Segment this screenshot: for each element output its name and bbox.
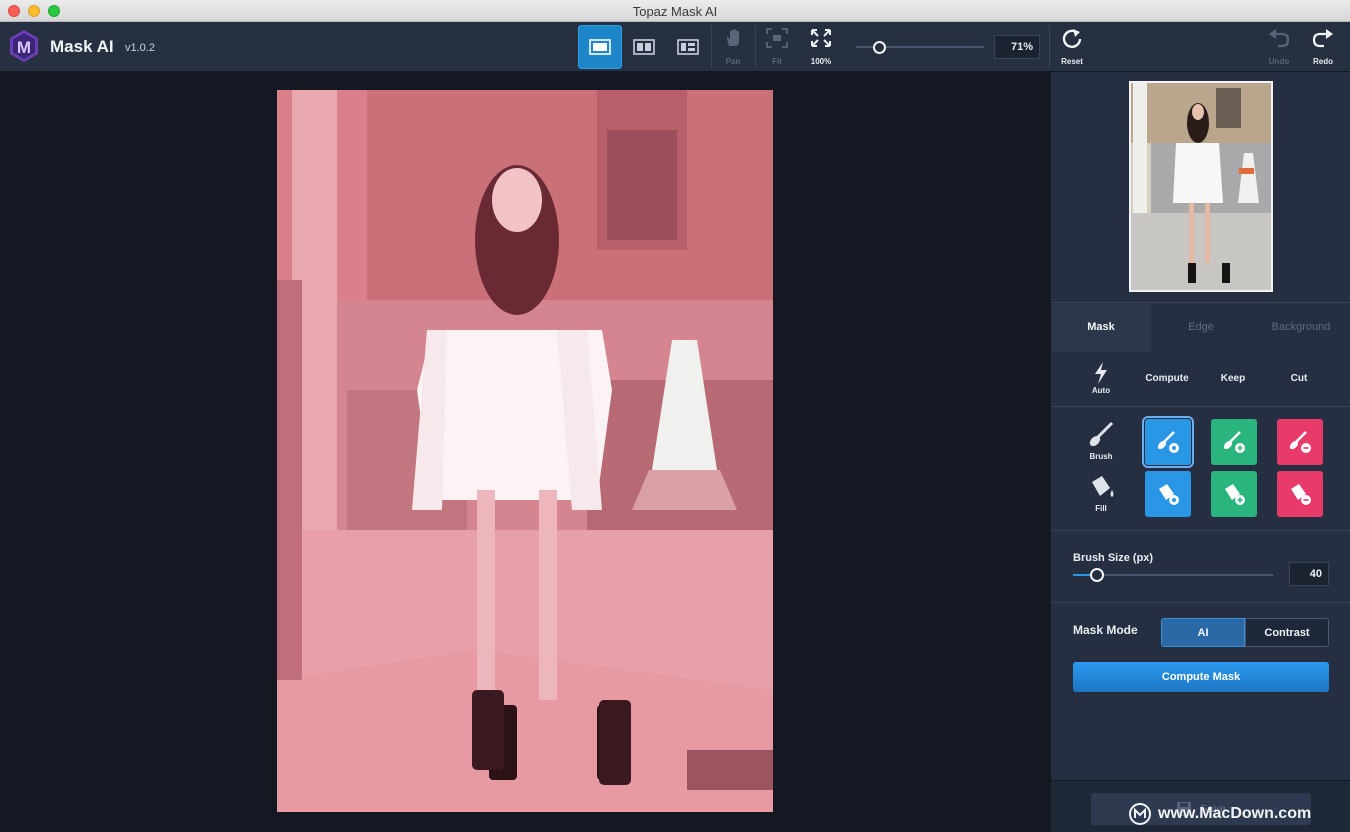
photo-image <box>277 90 773 812</box>
mask-mode-label: Mask Mode <box>1073 623 1138 637</box>
reset-button[interactable]: Reset <box>1050 26 1094 68</box>
thumbnail-image <box>1131 83 1271 290</box>
window-title: Topaz Mask AI <box>632 4 718 19</box>
mask-mode-ai-option[interactable]: AI <box>1161 618 1245 647</box>
watermark-text: www.MacDown.com <box>1158 805 1312 822</box>
app-name: Mask AI <box>50 37 114 56</box>
actual-size-label: 100% <box>810 57 832 66</box>
pan-button[interactable]: Pan <box>711 26 755 68</box>
tab-background[interactable]: Background <box>1251 304 1350 352</box>
single-view-icon <box>589 39 611 55</box>
panel-divider <box>1051 302 1350 303</box>
brush-label: Brush <box>1089 452 1113 461</box>
hand-icon <box>726 29 739 46</box>
keep-fill-button[interactable] <box>1211 471 1257 517</box>
undo-button[interactable]: Undo <box>1257 26 1301 68</box>
tab-mask[interactable]: Mask <box>1051 304 1151 352</box>
mask-mode-header: Auto Compute Keep Cut <box>1051 352 1350 407</box>
redo-icon <box>1312 29 1333 48</box>
fill-tool[interactable]: Fill <box>1081 472 1121 513</box>
brush-size-field[interactable]: 40 <box>1289 562 1329 586</box>
brush-minus-icon <box>1289 431 1311 453</box>
cut-fill-button[interactable] <box>1277 471 1323 517</box>
watermark-logo-icon <box>1129 803 1151 825</box>
redo-button[interactable]: Redo <box>1301 26 1345 68</box>
watermark: www.MacDown.com <box>1128 802 1311 826</box>
brush-icon <box>1089 421 1114 447</box>
expand-arrows-icon <box>811 29 831 47</box>
panel-divider <box>1051 530 1350 531</box>
lightning-icon <box>1095 362 1107 384</box>
actual-size-button[interactable]: 100% <box>799 26 843 68</box>
title-bar: Topaz Mask AI <box>0 0 1350 22</box>
brush-size-slider-knob[interactable] <box>1090 568 1104 582</box>
tab-edge[interactable]: Edge <box>1151 304 1251 352</box>
app-version: v1.0.2 <box>125 42 155 54</box>
pan-label: Pan <box>725 57 741 66</box>
fill-plus-icon <box>1225 484 1245 505</box>
fill-label: Fill <box>1095 504 1107 513</box>
side-by-side-view-icon <box>677 39 699 55</box>
side-by-side-view-button[interactable] <box>666 25 710 69</box>
compute-column-label: Compute <box>1145 373 1189 384</box>
compute-mask-button[interactable]: Compute Mask <box>1073 662 1329 692</box>
mask-mode-contrast-option[interactable]: Contrast <box>1245 618 1329 647</box>
compute-fill-button[interactable] <box>1145 471 1191 517</box>
split-view-icon <box>633 39 655 55</box>
cut-column-label: Cut <box>1290 373 1308 384</box>
brush-gear-icon <box>1157 431 1179 453</box>
masked-photo[interactable] <box>277 90 773 812</box>
svg-text:M: M <box>17 38 31 57</box>
panel-divider <box>1051 602 1350 603</box>
split-view-button[interactable] <box>622 25 666 69</box>
compute-brush-button[interactable] <box>1142 416 1194 468</box>
toolbar: M Mask AI v1.0.2 Pan Fit 100% 71% Reset … <box>0 22 1350 72</box>
single-view-button[interactable] <box>578 25 622 69</box>
redo-label: Redo <box>1313 57 1333 66</box>
keep-column-label: Keep <box>1220 373 1246 384</box>
fit-label: Fit <box>772 57 782 66</box>
fit-icon <box>766 28 788 48</box>
cut-brush-button[interactable] <box>1277 419 1323 465</box>
fill-minus-icon <box>1291 484 1311 505</box>
reset-label: Reset <box>1061 57 1083 66</box>
panel-divider <box>1051 406 1350 407</box>
fit-button[interactable]: Fit <box>755 26 799 68</box>
app-logo-icon: M <box>10 30 38 62</box>
auto-label: Auto <box>1091 386 1111 395</box>
undo-label: Undo <box>1268 57 1290 66</box>
keep-brush-button[interactable] <box>1211 419 1257 465</box>
auto-button[interactable]: Auto <box>1081 362 1121 395</box>
undo-icon <box>1269 29 1290 48</box>
brush-size-label: Brush Size (px) <box>1073 552 1154 564</box>
brush-tool[interactable]: Brush <box>1081 420 1121 461</box>
side-panel: Mask Edge Background Auto Compute Keep C… <box>1050 72 1350 832</box>
brush-plus-icon <box>1223 431 1245 453</box>
navigator-thumbnail[interactable] <box>1129 81 1273 292</box>
reset-icon <box>1062 29 1082 48</box>
panel-tabs: Mask Edge Background <box>1051 304 1350 352</box>
zoom-slider-knob[interactable] <box>873 41 886 54</box>
zoom-value-field[interactable]: 71% <box>994 35 1040 59</box>
fill-gear-icon <box>1159 484 1179 505</box>
fill-bucket-icon <box>1092 476 1114 497</box>
